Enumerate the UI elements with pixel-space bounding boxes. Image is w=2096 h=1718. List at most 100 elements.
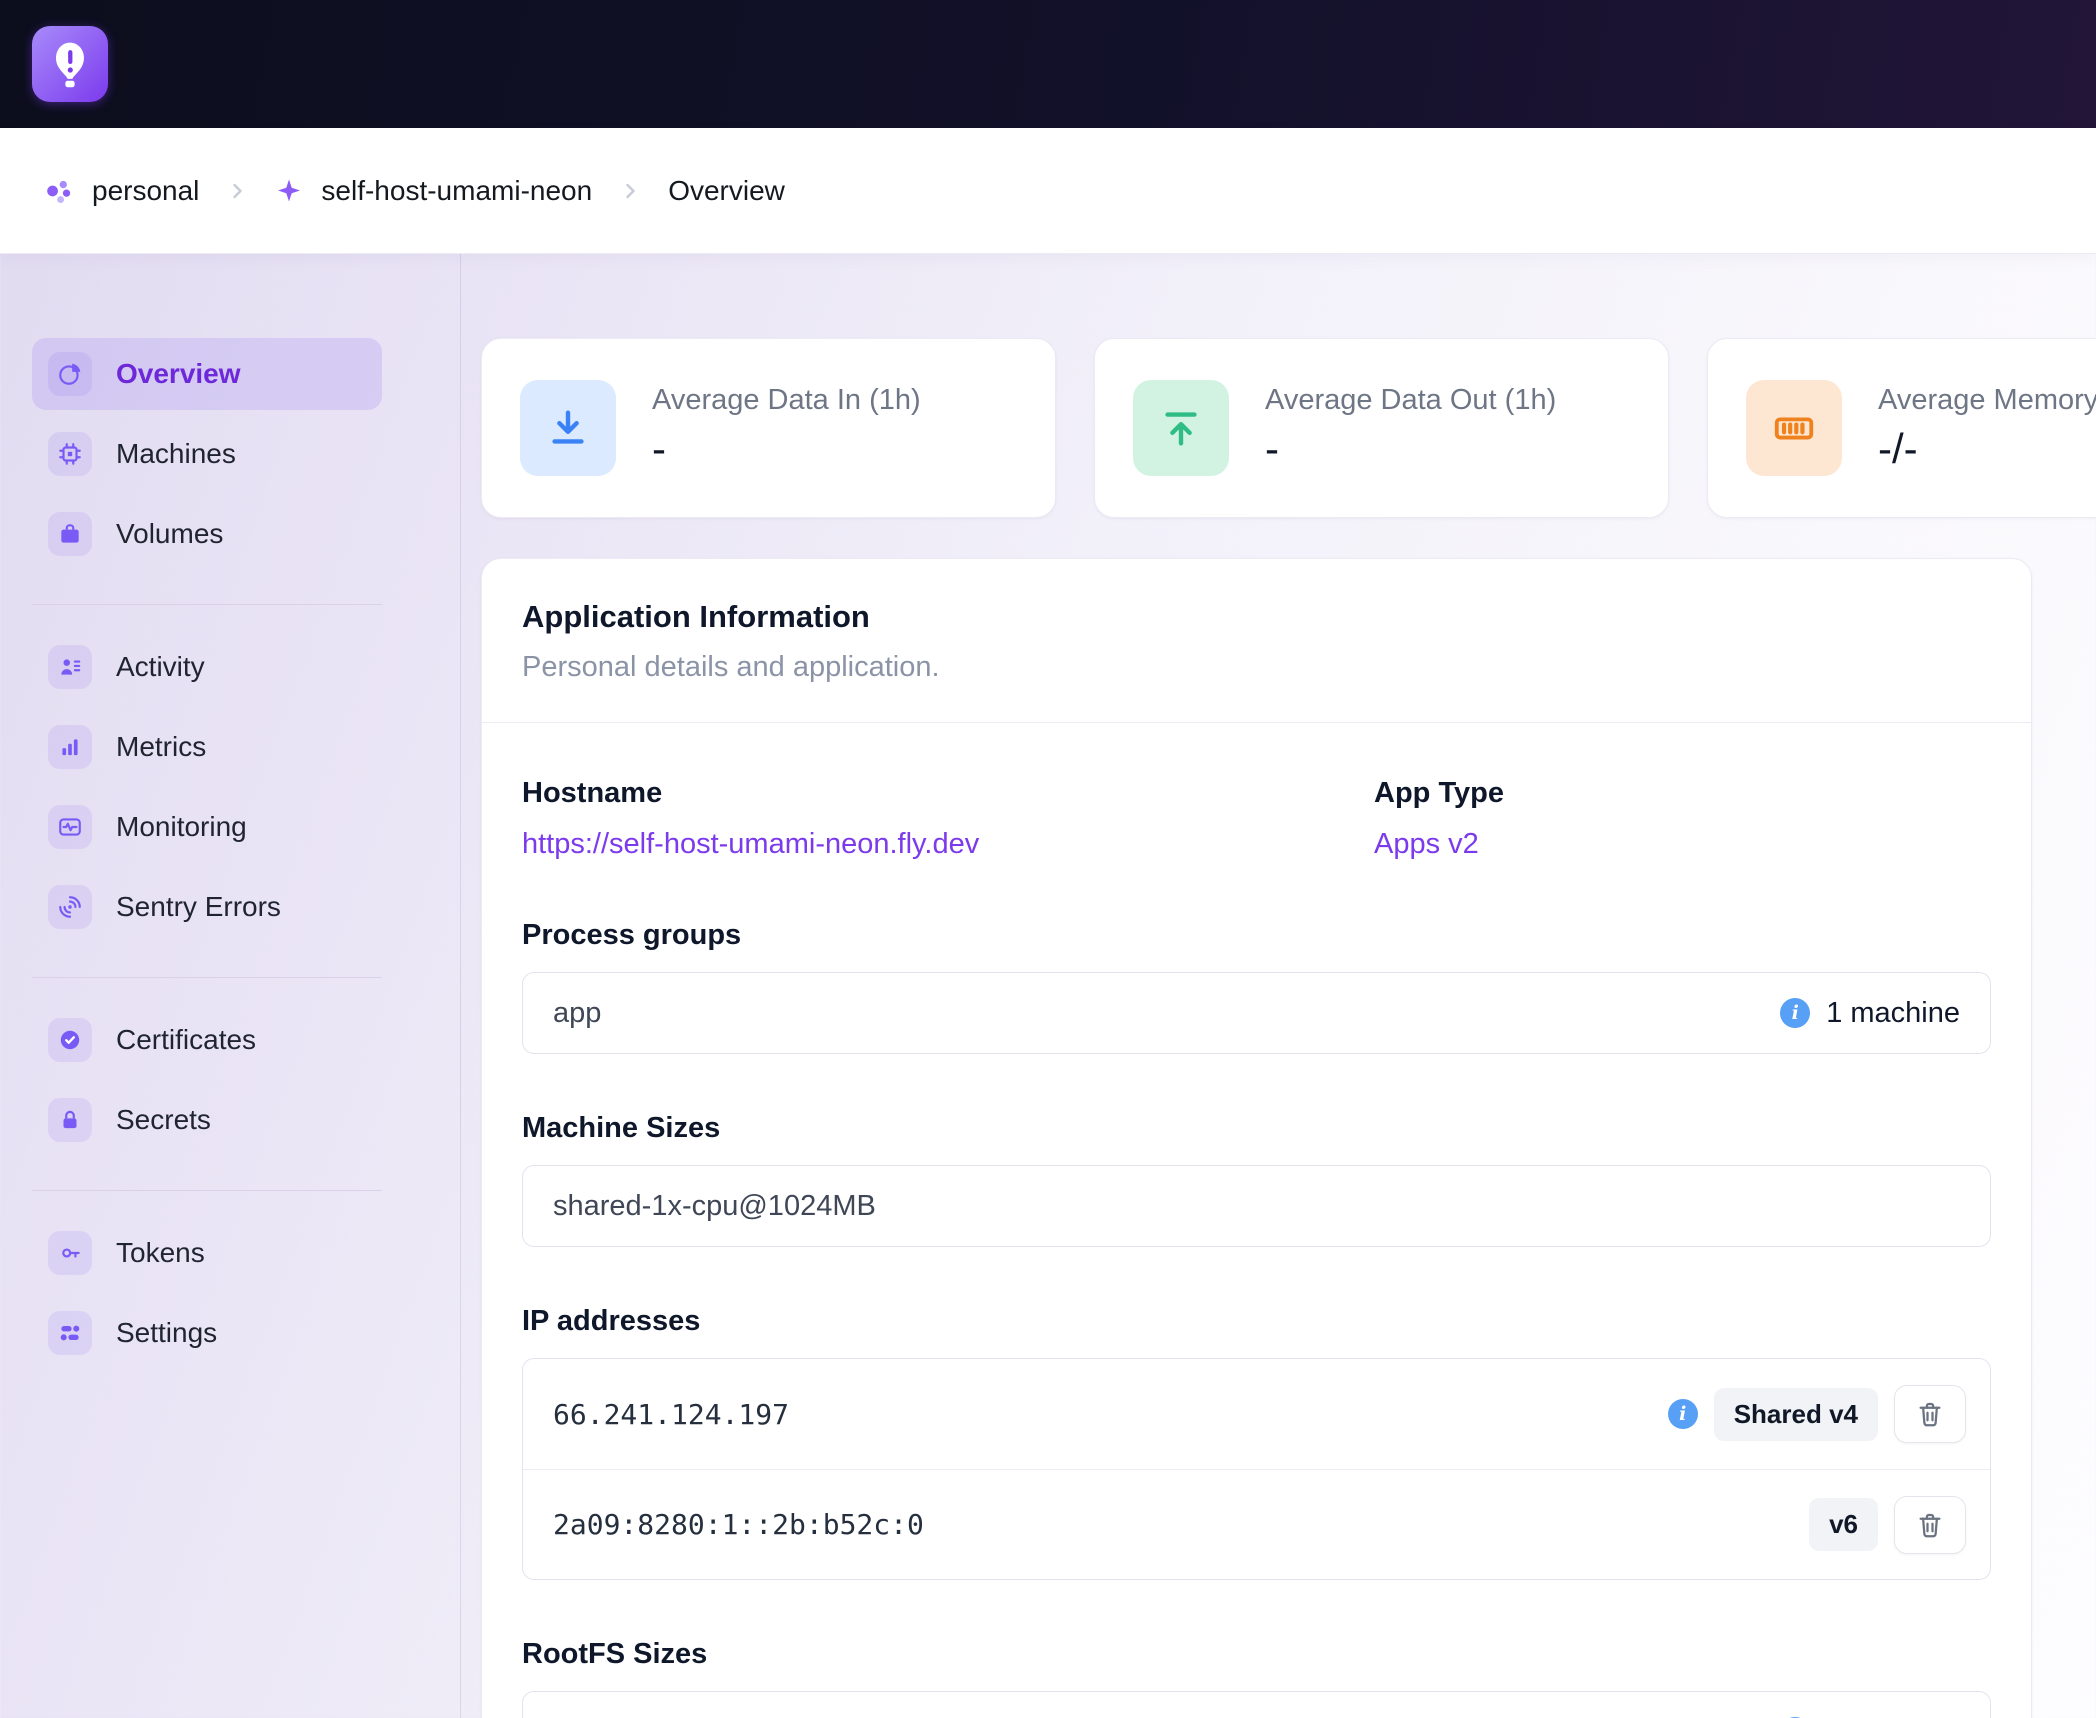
user-activity-icon [48, 645, 92, 689]
ip-address: 2a09:8280:1::2b:b52c:0 [553, 1508, 924, 1541]
ip-row: 2a09:8280:1::2b:b52c:0 v6 [523, 1469, 1990, 1579]
rootfs-row: 471 MB i 1 machine [523, 1692, 1990, 1718]
stats-row: Average Data In (1h) - Average Data Out … [481, 338, 2096, 518]
rootfs-sizes-section: RootFS Sizes 471 MB i 1 machine [522, 1638, 1991, 1718]
sidebar-item-certificates[interactable]: Certificates [32, 1004, 382, 1076]
process-groups-label: Process groups [522, 919, 1991, 952]
sidebar-item-label: Monitoring [116, 811, 247, 843]
sidebar-item-label: Overview [116, 358, 241, 390]
sidebar-item-label: Tokens [116, 1237, 205, 1269]
sidebar-divider [32, 977, 382, 978]
trash-icon [1915, 1399, 1945, 1429]
sidebar: Overview Machines [0, 254, 461, 1718]
card-body: Hostname https://self-host-umami-neon.fl… [482, 722, 2031, 1718]
stat-card-data-out: Average Data Out (1h) - [1094, 338, 1669, 518]
info-icon[interactable]: i [1780, 998, 1810, 1028]
rootfs-sizes-box: 471 MB i 1 machine [522, 1691, 1991, 1718]
sidebar-item-label: Secrets [116, 1104, 211, 1136]
ip-address: 66.241.124.197 [553, 1398, 789, 1431]
info-icon[interactable]: i [1668, 1399, 1698, 1429]
process-groups-section: Process groups app i 1 machine [522, 919, 1991, 1054]
sidebar-item-machines[interactable]: Machines [32, 418, 382, 490]
process-group-name: app [553, 997, 601, 1030]
sidebar-divider [32, 604, 382, 605]
app-type-label: App Type [1374, 777, 1991, 810]
ip-type-badge: Shared v4 [1714, 1388, 1878, 1441]
sidebar-item-activity[interactable]: Activity [32, 631, 382, 703]
arrow-up-to-line-icon [1133, 380, 1229, 476]
stat-value: -/- [1878, 425, 2096, 473]
sidebar-item-metrics[interactable]: Metrics [32, 711, 382, 783]
chip-icon [48, 432, 92, 476]
application-information-card: Application Information Personal details… [481, 558, 2032, 1718]
machine-size-value: shared-1x-cpu@1024MB [553, 1190, 876, 1223]
sidebar-item-volumes[interactable]: Volumes [32, 498, 382, 570]
org-dots-icon [44, 176, 74, 206]
app-type-field: App Type Apps v2 [1374, 777, 1991, 861]
lock-icon [48, 1098, 92, 1142]
key-icon [48, 1231, 92, 1275]
chevron-right-icon [225, 179, 249, 203]
delete-ip-button[interactable] [1894, 1385, 1966, 1443]
sidebar-item-label: Sentry Errors [116, 891, 281, 923]
sidebar-item-overview[interactable]: Overview [32, 338, 382, 410]
ip-addresses-box: 66.241.124.197 i Shared v4 [522, 1358, 1991, 1580]
toggles-icon [48, 1311, 92, 1355]
stat-label: Average Data In (1h) [652, 384, 921, 417]
main-content: Average Data In (1h) - Average Data Out … [461, 254, 2096, 1718]
ip-type-badge: v6 [1809, 1498, 1878, 1551]
card-subtitle: Personal details and application. [522, 651, 1991, 684]
breadcrumb-org-label: personal [92, 175, 199, 207]
machine-sizes-label: Machine Sizes [522, 1112, 1991, 1145]
sidebar-item-monitoring[interactable]: Monitoring [32, 791, 382, 863]
sidebar-item-label: Certificates [116, 1024, 256, 1056]
breadcrumb: personal self-host-umami-neon Overview [0, 128, 2096, 254]
pie-chart-icon [48, 352, 92, 396]
ip-row: 66.241.124.197 i Shared v4 [523, 1359, 1990, 1469]
sidebar-item-label: Volumes [116, 518, 223, 550]
process-group-row: app i 1 machine [523, 973, 1990, 1053]
machine-count: 1 machine [1826, 997, 1960, 1030]
app-type-link[interactable]: Apps v2 [1374, 828, 1479, 861]
machine-sizes-section: Machine Sizes shared-1x-cpu@1024MB [522, 1112, 1991, 1247]
stat-label: Average Data Out (1h) [1265, 384, 1556, 417]
breadcrumb-org[interactable]: personal [44, 175, 199, 207]
sidebar-item-secrets[interactable]: Secrets [32, 1084, 382, 1156]
briefcase-icon [48, 512, 92, 556]
stat-card-memory: Average Memory -/- [1707, 338, 2096, 518]
sentry-icon [48, 885, 92, 929]
waveform-icon [48, 805, 92, 849]
rootfs-sizes-label: RootFS Sizes [522, 1638, 1991, 1671]
sidebar-item-tokens[interactable]: Tokens [32, 1217, 382, 1289]
bar-chart-icon [48, 725, 92, 769]
stat-card-data-in: Average Data In (1h) - [481, 338, 1056, 518]
breadcrumb-page[interactable]: Overview [668, 175, 785, 207]
hostname-link[interactable]: https://self-host-umami-neon.fly.dev [522, 828, 979, 861]
delete-ip-button[interactable] [1894, 1496, 1966, 1554]
arrow-down-to-line-icon [520, 380, 616, 476]
card-header: Application Information Personal details… [482, 559, 2031, 722]
hostname-label: Hostname [522, 777, 1374, 810]
breadcrumb-app[interactable]: self-host-umami-neon [275, 175, 592, 207]
sidebar-item-label: Machines [116, 438, 236, 470]
sidebar-item-sentry-errors[interactable]: Sentry Errors [32, 871, 382, 943]
page-body: Overview Machines [0, 254, 2096, 1718]
sidebar-item-settings[interactable]: Settings [32, 1297, 382, 1369]
machine-sizes-box: shared-1x-cpu@1024MB [522, 1165, 1991, 1247]
stat-label: Average Memory [1878, 384, 2096, 417]
stat-value: - [1265, 425, 1556, 473]
hostname-field: Hostname https://self-host-umami-neon.fl… [522, 777, 1374, 861]
machine-size-row: shared-1x-cpu@1024MB [523, 1166, 1990, 1246]
fly-balloon-icon [44, 38, 96, 90]
sparkle-icon [275, 177, 303, 205]
ip-addresses-section: IP addresses 66.241.124.197 i Shared v4 [522, 1305, 1991, 1580]
breadcrumb-page-label: Overview [668, 175, 785, 207]
sidebar-divider [32, 1190, 382, 1191]
sidebar-item-label: Settings [116, 1317, 217, 1349]
trash-icon [1915, 1510, 1945, 1540]
top-app-bar [0, 0, 2096, 128]
memory-icon [1746, 380, 1842, 476]
ip-addresses-label: IP addresses [522, 1305, 1991, 1338]
breadcrumb-app-label: self-host-umami-neon [321, 175, 592, 207]
fly-logo[interactable] [32, 26, 108, 102]
